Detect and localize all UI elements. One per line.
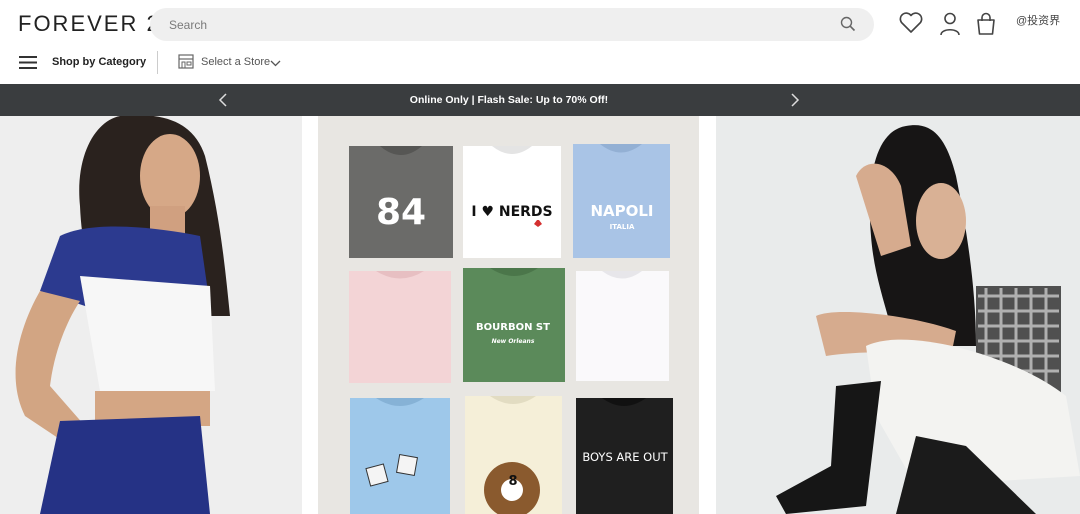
tee-label-8: 8 [508,474,518,489]
bag-icon[interactable] [974,11,998,42]
select-store-button[interactable]: Select a Store [201,56,270,68]
hero-image-tees-grid[interactable]: 84 I ♥ NERDS NAPOLI ITALIA BOURBON ST Ne… [318,116,699,514]
site-header: FOREVER 21 @投资界 Shop by Category Select … [0,0,1080,84]
tee-label-bourbon: BOURBON ST [476,322,550,333]
tee-label-boys-are-out: BOYS ARE OUT [582,450,668,464]
tee-label-nerds: I ♥ NERDS [471,204,553,220]
chevron-down-icon[interactable] [270,56,281,74]
nav-divider [157,51,158,74]
search-bar[interactable] [150,8,874,41]
search-input[interactable] [169,17,809,32]
tee-label-84: 84 [375,192,427,233]
store-icon[interactable] [178,54,194,74]
hero-image-model-left[interactable] [0,116,302,514]
tee-sublabel-italia: ITALIA [609,223,635,231]
chevron-right-icon[interactable] [788,93,802,112]
model-left-illustration [0,116,302,514]
nav-row: Shop by Category Select a Store [0,46,1080,80]
watermark-text: @投资界 [1016,15,1061,27]
tee-sublabel-new-orleans: New Orleans [491,338,535,345]
tee-label-napoli: NAPOLI [590,202,654,220]
promo-text[interactable]: Online Only | Flash Sale: Up to 70% Off! [0,94,1018,106]
hero-image-model-right[interactable] [716,116,1080,514]
heart-icon[interactable] [898,11,924,40]
user-icon[interactable] [938,11,962,42]
search-icon[interactable] [840,16,856,37]
promo-banner: Online Only | Flash Sale: Up to 70% Off! [0,84,1080,116]
model-right-illustration [716,116,1080,514]
hamburger-menu-icon[interactable] [19,56,37,74]
shop-by-category-button[interactable]: Shop by Category [52,56,146,68]
